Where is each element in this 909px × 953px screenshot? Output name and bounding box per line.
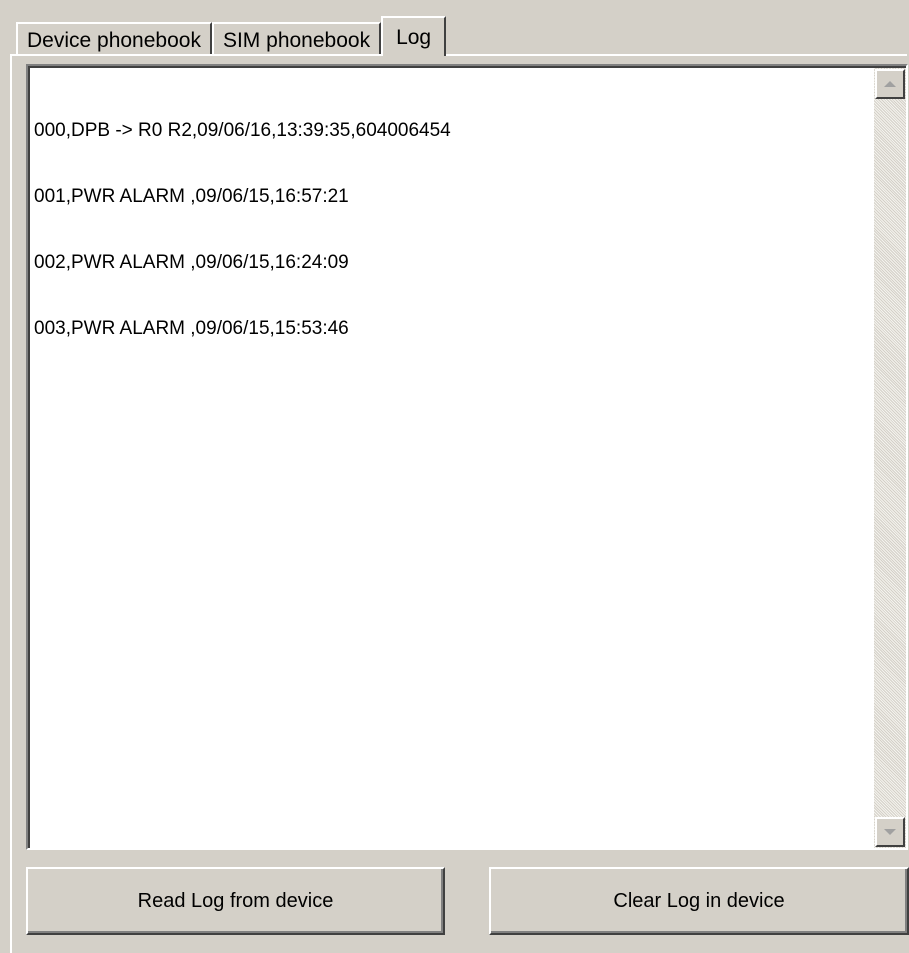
log-line: 002,PWR ALARM ,09/06/15,16:24:09 xyxy=(34,252,349,273)
clear-log-button-label: Clear Log in device xyxy=(613,889,785,912)
clear-log-button[interactable]: Clear Log in device xyxy=(489,867,909,935)
tab-device-phonebook[interactable]: Device phonebook xyxy=(16,22,212,56)
read-log-button-label: Read Log from device xyxy=(137,889,334,912)
tab-sim-phonebook[interactable]: SIM phonebook xyxy=(211,22,382,56)
vertical-scrollbar[interactable] xyxy=(874,68,906,848)
scroll-down-button[interactable] xyxy=(875,817,905,847)
log-memo-frame: 000,DPB -> R0 R2,09/06/16,13:39:35,60400… xyxy=(28,66,906,848)
log-text: 000,DPB -> R0 R2,09/06/16,13:39:35,60400… xyxy=(34,76,451,384)
log-line: 000,DPB -> R0 R2,09/06/16,13:39:35,60400… xyxy=(34,120,451,141)
scroll-down-arrow-icon xyxy=(884,829,896,835)
log-line: 001,PWR ALARM ,09/06/15,16:57:21 xyxy=(34,186,349,207)
tab-strip: Device phonebook SIM phonebook Log xyxy=(16,16,447,56)
scroll-up-arrow-icon xyxy=(884,81,896,87)
log-line: 003,PWR ALARM ,09/06/15,15:53:46 xyxy=(34,318,349,339)
read-log-button[interactable]: Read Log from device xyxy=(26,867,445,935)
log-memo[interactable]: 000,DPB -> R0 R2,09/06/16,13:39:35,60400… xyxy=(26,64,908,850)
scroll-up-button[interactable] xyxy=(875,69,905,99)
tab-log[interactable]: Log xyxy=(381,16,447,56)
log-window: Device phonebook SIM phonebook Log 000,D… xyxy=(0,0,909,953)
